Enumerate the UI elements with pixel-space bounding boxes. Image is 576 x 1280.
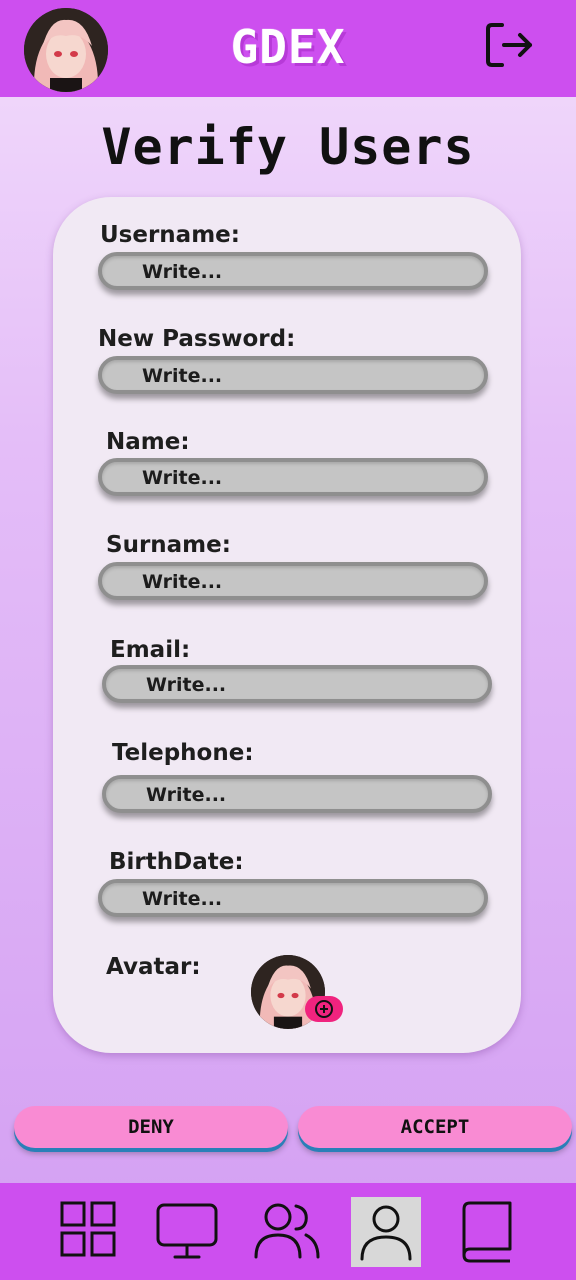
new-password-label: New Password:	[98, 326, 296, 352]
logout-icon[interactable]	[484, 20, 534, 70]
new-password-placeholder: Write...	[142, 365, 223, 387]
username-label: Username:	[100, 222, 240, 248]
username-field[interactable]: Write...	[98, 252, 488, 290]
birthdate-field[interactable]: Write...	[98, 879, 488, 917]
name-field[interactable]: Write...	[98, 458, 488, 496]
avatar-label: Avatar:	[106, 954, 201, 980]
email-placeholder: Write...	[146, 674, 227, 696]
grid-icon[interactable]	[54, 1197, 124, 1267]
email-field[interactable]: Write...	[102, 665, 492, 703]
users-icon[interactable]	[252, 1197, 322, 1267]
accept-button[interactable]: ACCEPT	[298, 1106, 572, 1148]
username-placeholder: Write...	[142, 261, 223, 283]
top-bar: GDEX	[0, 0, 576, 97]
surname-label: Surname:	[106, 532, 231, 558]
name-placeholder: Write...	[142, 467, 223, 489]
surname-placeholder: Write...	[142, 571, 223, 593]
deny-button[interactable]: DENY	[14, 1106, 288, 1148]
page-title: Verify Users	[101, 118, 475, 176]
surname-field[interactable]: Write...	[98, 562, 488, 600]
plus-circle-icon[interactable]	[305, 996, 343, 1022]
name-label: Name:	[106, 429, 190, 455]
monitor-icon[interactable]	[153, 1197, 223, 1267]
new-password-field[interactable]: Write...	[98, 356, 488, 394]
telephone-field[interactable]: Write...	[102, 775, 492, 813]
book-icon[interactable]	[450, 1197, 520, 1267]
bottom-nav	[0, 1183, 576, 1280]
telephone-label: Telephone:	[112, 740, 254, 766]
user-icon[interactable]	[351, 1197, 421, 1267]
email-label: Email:	[110, 637, 191, 663]
birthdate-label: BirthDate:	[109, 849, 244, 875]
birthdate-placeholder: Write...	[142, 888, 223, 910]
telephone-placeholder: Write...	[146, 784, 227, 806]
